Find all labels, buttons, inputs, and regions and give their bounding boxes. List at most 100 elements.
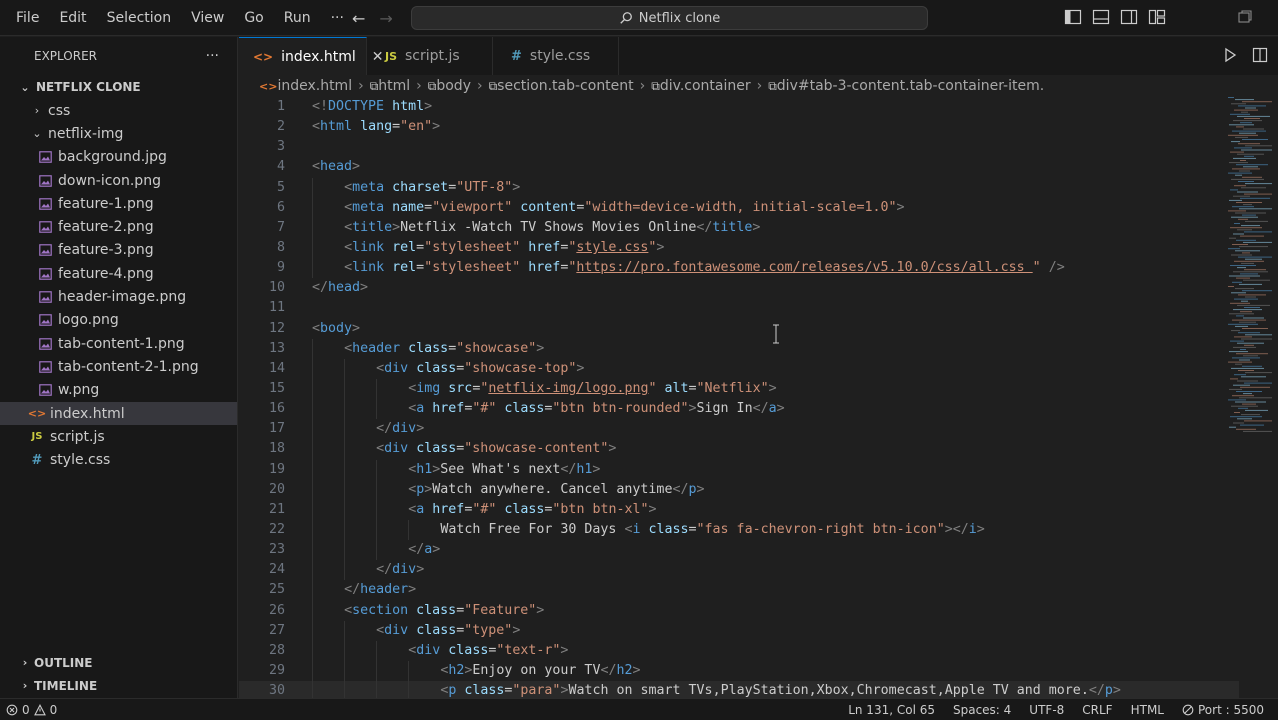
code-token: < [344, 602, 353, 618]
code-token: "fas fa-chevron-right btn-icon" [696, 521, 945, 537]
explorer-root-folder[interactable]: ⌄ NETFLIX CLONE [0, 75, 237, 99]
file-tree-item[interactable]: feature-3.png [0, 239, 237, 262]
language-mode[interactable]: HTML [1131, 703, 1164, 717]
code-token: div [384, 441, 409, 457]
file-tree-item[interactable]: background.jpg [0, 146, 237, 169]
toggle-secondary-sidebar-icon[interactable] [1120, 9, 1138, 25]
timeline-section[interactable]: › TIMELINE [0, 674, 238, 697]
code-token: "showcase-content" [464, 441, 609, 457]
minimap-line [1236, 315, 1244, 317]
tab-script-js[interactable]: JS script.js [367, 37, 493, 75]
file-tree-item[interactable]: # style.css [0, 448, 237, 471]
file-tree-item[interactable]: tab-content-1.png [0, 332, 237, 355]
code-token: > [536, 602, 545, 618]
indent-guide [376, 660, 378, 682]
cursor-position[interactable]: Ln 131, Col 65 [848, 703, 935, 717]
menu-edit[interactable]: Edit [49, 10, 96, 26]
file-tree-item[interactable]: feature-2.png [0, 215, 237, 238]
toggle-panel-icon[interactable] [1092, 9, 1110, 25]
code-token: body [320, 320, 353, 336]
split-editor-icon[interactable] [1252, 47, 1268, 63]
code-token: </ [1088, 683, 1105, 698]
minimap-line [1241, 111, 1248, 113]
tab-label: script.js [405, 48, 460, 64]
line-number: 1 [276, 99, 285, 114]
minimap-line [1240, 311, 1252, 313]
file-tree-item[interactable]: JS script.js [0, 425, 237, 448]
indent-guide [344, 660, 346, 682]
live-server-port[interactable]: Port : 5500 [1182, 703, 1264, 717]
menu-go[interactable]: Go [234, 10, 273, 26]
file-tree-item[interactable]: header-image.png [0, 285, 237, 308]
minimap[interactable] [1222, 97, 1278, 437]
code-editor[interactable]: 1 <!DOCTYPE html> 2 <html lang="en"> 3 4 <head… [239, 97, 1239, 698]
file-tree-item[interactable]: down-icon.png [0, 169, 237, 192]
minimap-line [1231, 141, 1240, 143]
breadcrumb-item[interactable]: index.html [277, 78, 352, 94]
code-token: = [424, 199, 433, 215]
minimap-line [1240, 424, 1264, 426]
minimap-line [1245, 258, 1262, 260]
forward-arrow-icon[interactable]: → [379, 9, 392, 28]
toggle-primary-sidebar-icon[interactable] [1064, 9, 1082, 25]
code-text: <header class="showcase"> [344, 339, 544, 359]
code-token: "btn btn-rounded" [552, 401, 689, 417]
customize-layout-icon[interactable] [1148, 9, 1166, 25]
breadcrumb-item[interactable]: div.container [660, 78, 751, 94]
code-token: "en" [400, 119, 433, 135]
minimap-line [1240, 349, 1246, 350]
tab-style-css[interactable]: # style.css [493, 37, 619, 75]
breadcrumb-item[interactable]: div#tab-3-content.tab-container-item. [777, 78, 1044, 94]
outline-section[interactable]: › OUTLINE [0, 651, 238, 674]
explorer-more-actions[interactable]: ··· [206, 48, 219, 64]
encoding[interactable]: UTF-8 [1029, 703, 1064, 717]
file-tree-item[interactable]: ⌄ netflix-img [0, 122, 237, 145]
js-file-icon: JS [385, 49, 398, 63]
problems-indicator[interactable]: 0 0 [6, 703, 57, 717]
code-token: "type" [464, 622, 513, 638]
code-text: <body> [312, 319, 360, 339]
line-number: 21 [268, 501, 285, 517]
menu-file[interactable]: File [6, 10, 49, 26]
tab-index-html[interactable]: <> index.html ✕ [239, 37, 384, 75]
menu-more[interactable]: ··· [321, 10, 354, 26]
search-icon [620, 12, 632, 24]
code-token: https://pro.fontawesome.com/releases/v5.… [576, 260, 1033, 276]
run-icon[interactable] [1222, 47, 1238, 63]
minimap-line [1238, 181, 1254, 182]
code-token: "UTF-8" [456, 179, 513, 195]
file-tree-item[interactable]: tab-content-2-1.png [0, 355, 237, 378]
menu-selection[interactable]: Selection [97, 10, 182, 26]
window-restore-icon[interactable] [1236, 9, 1254, 25]
indent-guide [408, 519, 410, 541]
minimap-line [1241, 376, 1266, 378]
indent-guide [344, 640, 346, 661]
file-tree-item[interactable]: feature-1.png [0, 192, 237, 215]
image-file-icon [38, 384, 52, 397]
indent-guide [344, 378, 346, 400]
file-tree-item[interactable]: feature-4.png [0, 262, 237, 285]
code-token: class [464, 683, 505, 698]
menu-run[interactable]: Run [274, 10, 321, 26]
code-token: "btn btn-xl" [552, 501, 649, 517]
file-tree-item[interactable]: › css [0, 99, 237, 122]
file-tree-item[interactable]: w.png [0, 379, 237, 402]
code-token: "width=device-width, initial-scale=1.0" [584, 199, 897, 215]
command-center-search[interactable]: Netflix clone [411, 6, 928, 30]
end-of-line[interactable]: CRLF [1082, 703, 1112, 717]
minimap-line [1233, 384, 1250, 386]
indent-guide [312, 580, 313, 601]
menu-view[interactable]: View [181, 10, 234, 26]
breadcrumb-item[interactable]: body [436, 78, 471, 94]
code-token: title [712, 219, 753, 235]
breadcrumb-item[interactable]: section.tab-content [497, 78, 633, 94]
file-tree-item[interactable]: logo.png [0, 309, 237, 332]
breadcrumb-item[interactable]: html [378, 78, 410, 94]
back-arrow-icon[interactable]: ← [352, 9, 365, 28]
css-file-icon: # [511, 48, 522, 64]
indentation[interactable]: Spaces: 4 [953, 703, 1011, 717]
code-text: <p>Watch anywhere. Cancel anytime</p> [408, 480, 704, 500]
file-tree-item[interactable]: <> index.html [0, 401, 237, 426]
indent-guide [312, 338, 313, 359]
file-tree-label: background.jpg [58, 149, 167, 166]
